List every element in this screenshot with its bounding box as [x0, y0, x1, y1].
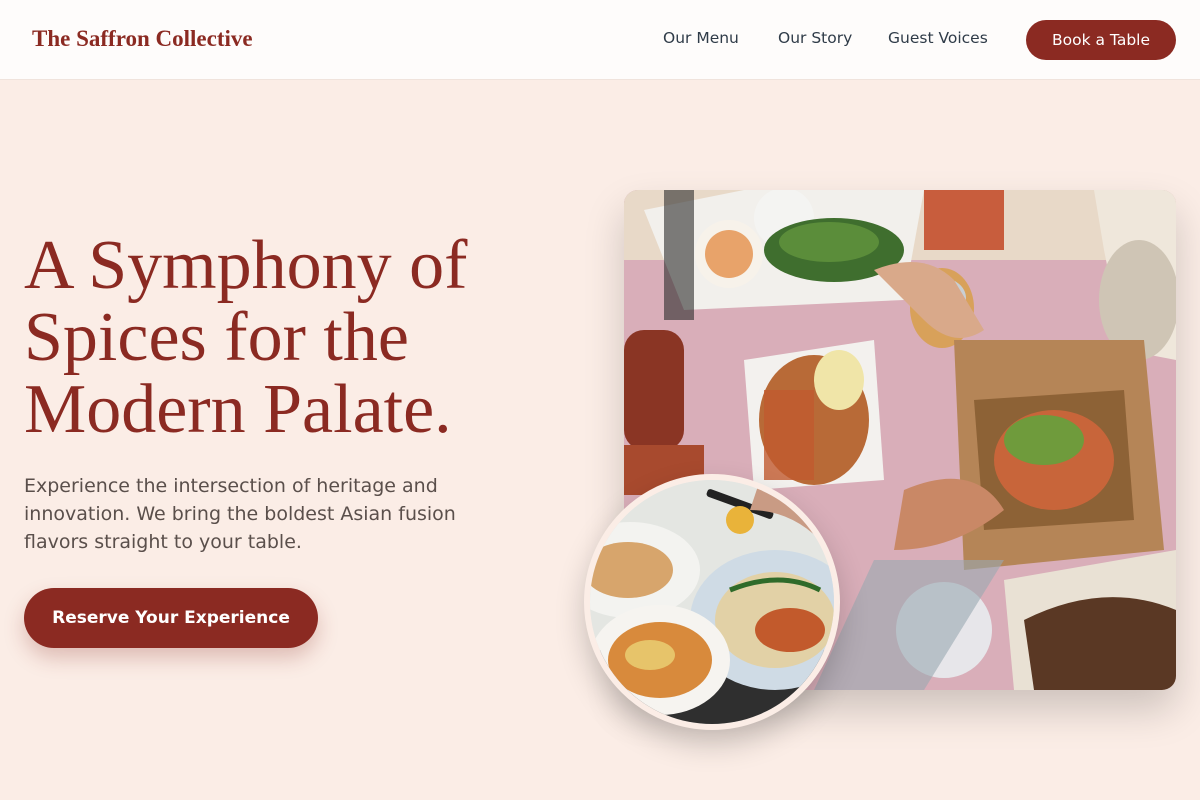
nav-link-guest-voices[interactable]: Guest Voices: [888, 29, 988, 47]
book-table-button[interactable]: Book a Table: [1026, 20, 1176, 60]
navbar: The Saffron Collective Our Menu Our Stor…: [0, 0, 1200, 80]
hero-subtitle: Experience the intersection of heritage …: [24, 475, 456, 553]
nav-link-our-story[interactable]: Our Story: [778, 29, 852, 47]
hero-title: A Symphony of Spices for the Modern Pala…: [24, 227, 468, 448]
noodle-soup-photo: [584, 474, 840, 730]
reserve-experience-button[interactable]: Reserve Your Experience: [24, 588, 318, 648]
nav-link-our-menu[interactable]: Our Menu: [663, 29, 739, 47]
brand-logo[interactable]: The Saffron Collective: [32, 26, 253, 52]
